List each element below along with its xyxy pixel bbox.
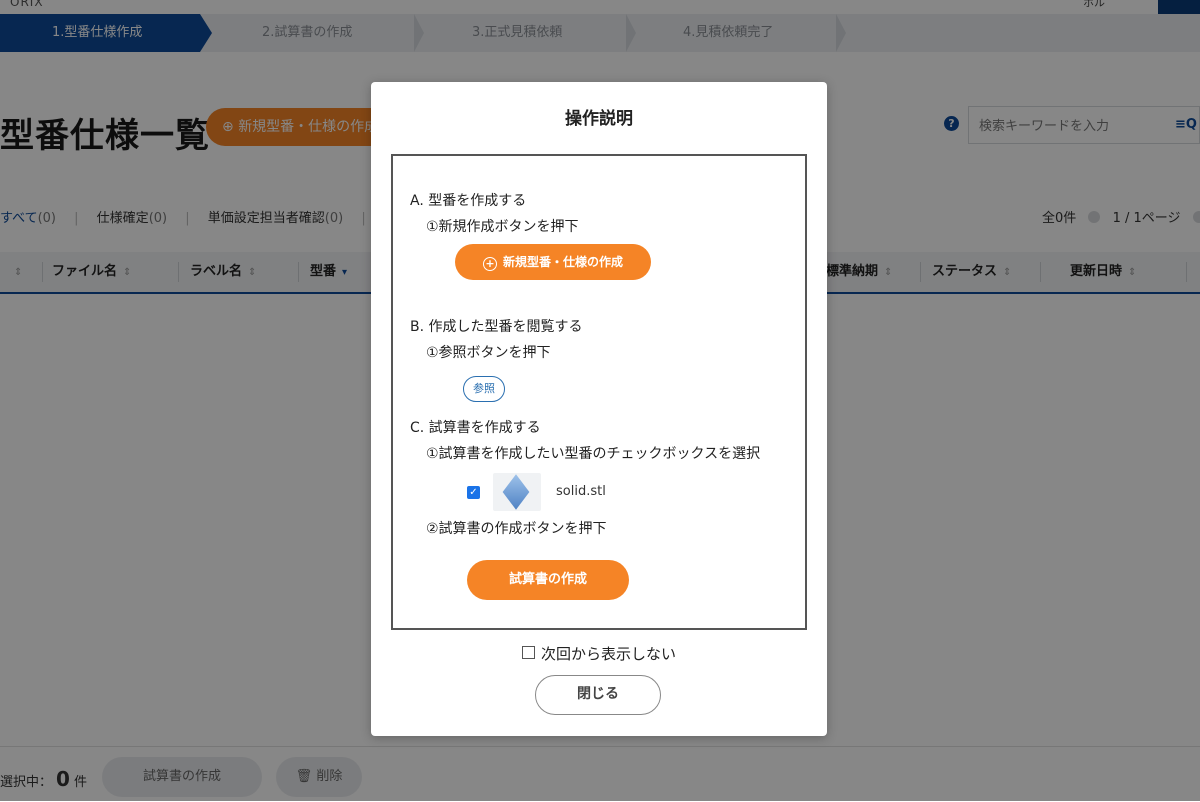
section-b-step1: ①参照ボタンを押下 — [426, 345, 551, 361]
demo-reference-button: 参照 — [463, 376, 505, 402]
dont-show-again[interactable]: 次回から表示しない — [371, 643, 827, 664]
demo-create-estimate-button: 試算書の作成 — [467, 560, 629, 600]
demo-new-model-button: + 新規型番・仕様の作成 — [455, 244, 651, 280]
section-a-heading: A. 型番を作成する — [410, 193, 527, 209]
demo-checkbox-checked: ✓ — [467, 486, 480, 499]
section-c-step2: ②試算書の作成ボタンを押下 — [426, 521, 607, 537]
section-c-heading: C. 試算書を作成する — [410, 420, 541, 436]
section-b-heading: B. 作成した型番を閲覧する — [410, 319, 583, 335]
instructions-panel: A. 型番を作成する ①新規作成ボタンを押下 + 新規型番・仕様の作成 B. 作成… — [391, 154, 807, 630]
plus-circle-icon: + — [482, 257, 497, 271]
modal-title: 操作説明 — [565, 109, 633, 129]
cube-icon — [502, 474, 530, 510]
demo-file-name: solid.stl — [556, 484, 606, 499]
close-button[interactable]: 閉じる — [535, 675, 661, 715]
dont-show-checkbox[interactable] — [521, 646, 535, 659]
demo-model-thumbnail — [493, 473, 541, 511]
instructions-modal: 操作説明 A. 型番を作成する ①新規作成ボタンを押下 + 新規型番・仕様の作成 … — [371, 82, 827, 736]
section-a-step1: ①新規作成ボタンを押下 — [426, 219, 579, 235]
section-c-step1: ①試算書を作成したい型番のチェックボックスを選択 — [426, 446, 761, 462]
demo-new-model-label: 新規型番・仕様の作成 — [502, 255, 623, 269]
dont-show-label: 次回から表示しない — [540, 645, 676, 663]
